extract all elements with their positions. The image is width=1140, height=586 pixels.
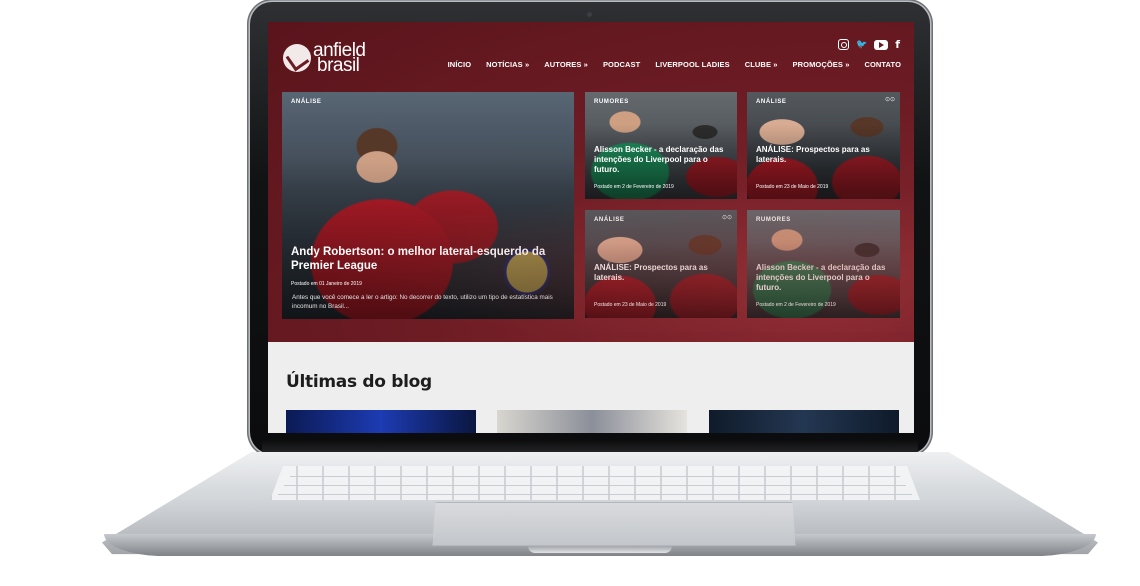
featured-article[interactable]: RUMORES Alisson Becker - a declaração da… [747, 210, 900, 318]
article-date: Postado em 2 de Fevereiro de 2019 [594, 184, 674, 190]
nav-item-noticias[interactable]: NOTÍCIAS » [486, 60, 529, 69]
category-tag: RUMORES [756, 217, 791, 223]
nav-item-podcast[interactable]: PODCAST [603, 60, 640, 69]
instagram-icon[interactable] [837, 39, 849, 50]
blog-post-thumbnail[interactable] [497, 410, 687, 433]
featured-article-main[interactable]: ANÁLISE Andy Robertson: o melhor lateral… [282, 92, 574, 319]
category-tag: ANÁLISE [291, 99, 322, 105]
article-excerpt: Antes que você comece a ler o artigo: No… [292, 294, 553, 311]
featured-article[interactable]: ⊙⊙ ANÁLISE ANÁLISE: Prospectos para as l… [585, 210, 737, 318]
trackpad [432, 502, 796, 546]
category-tag: ANÁLISE [594, 217, 625, 223]
blog-post-thumbnail[interactable] [709, 410, 899, 433]
blog-post-thumbnail[interactable] [286, 410, 476, 433]
article-date: Postado em 23 de Maio de 2019 [594, 302, 667, 308]
article-title[interactable]: Alisson Becker - a declaração das intenç… [756, 263, 892, 293]
main-nav: INÍCIO NOTÍCIAS » AUTORES » PODCAST LIVE… [448, 60, 901, 69]
article-title[interactable]: ANÁLISE: Prospectos para as laterais. [594, 263, 729, 283]
youtube-icon[interactable] [874, 40, 889, 50]
article-title[interactable]: Andy Robertson: o melhor lateral-esquerd… [291, 245, 566, 274]
blog-section: Últimas do blog [268, 342, 914, 433]
nav-item-promocoes[interactable]: PROMOÇÕES » [793, 60, 850, 69]
nav-item-liverpool-ladies[interactable]: LIVERPOOL LADIES [655, 60, 729, 69]
site-logo[interactable]: anfield brasil [283, 41, 385, 75]
nav-item-inicio[interactable]: INÍCIO [448, 60, 472, 69]
twitter-icon[interactable]: 🐦 [856, 39, 867, 51]
license-icon: ⊙⊙ [884, 97, 895, 103]
article-photo [747, 210, 900, 318]
lid-notch [528, 546, 672, 553]
nav-item-clube[interactable]: CLUBE » [745, 60, 778, 69]
webcam [587, 12, 592, 17]
article-title[interactable]: Alisson Becker - a declaração das intenç… [594, 145, 729, 175]
category-tag: RUMORES [594, 99, 629, 105]
social-links: 🐦 f [837, 39, 900, 51]
logo-text: brasil [317, 55, 360, 76]
nav-item-autores[interactable]: AUTORES » [544, 60, 588, 69]
featured-article[interactable]: ⊙⊙ ANÁLISE ANÁLISE: Prospectos para as l… [747, 92, 900, 199]
featured-article[interactable]: RUMORES Alisson Becker - a declaração da… [585, 92, 737, 199]
license-icon: ⊙⊙ [721, 215, 732, 221]
article-date: Postado em 01 Janeiro de 2019 [291, 281, 362, 287]
screen: anfield brasil 🐦 f INÍCIO NOTÍCIAS » AUT… [268, 22, 914, 433]
article-photo [585, 210, 737, 318]
article-date: Postado em 23 de Maio de 2019 [756, 184, 829, 190]
liverbird-icon [283, 44, 311, 72]
section-heading: Últimas do blog [286, 372, 432, 392]
article-title[interactable]: ANÁLISE: Prospectos para as laterais. [756, 145, 892, 165]
category-tag: ANÁLISE [756, 99, 787, 105]
hero-section: anfield brasil 🐦 f INÍCIO NOTÍCIAS » AUT… [268, 22, 914, 342]
nav-item-contato[interactable]: CONTATO [864, 60, 901, 69]
article-date: Postado em 2 de Fevereiro de 2019 [756, 302, 836, 308]
facebook-icon[interactable]: f [895, 39, 900, 51]
